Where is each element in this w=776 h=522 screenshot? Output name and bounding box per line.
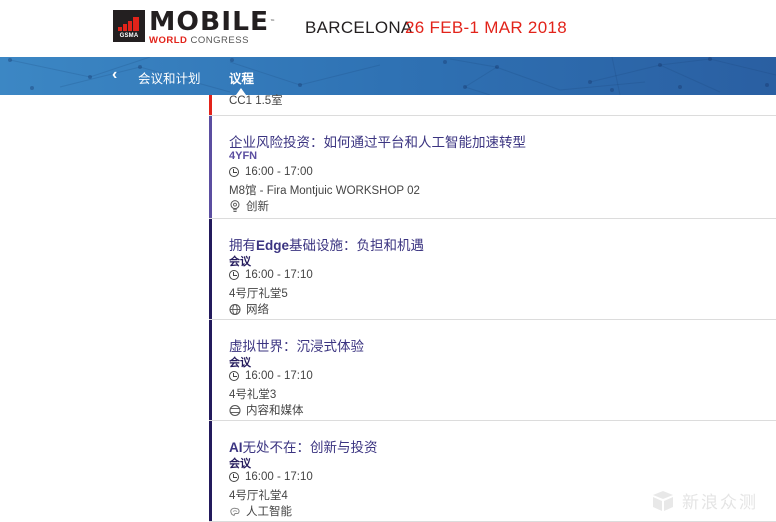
track-accent-bar — [209, 116, 212, 218]
session-title-bold: AI — [229, 440, 243, 455]
track-accent-bar — [209, 421, 212, 521]
session-title[interactable]: 虚拟世界：沉浸式体验 — [229, 335, 364, 355]
session-topic: 内容和媒体 — [229, 402, 304, 418]
media-content-icon — [229, 404, 241, 416]
session-time: 16:00 - 17:10 — [229, 471, 313, 483]
brain-ai-icon — [230, 507, 240, 516]
globe-network-icon — [229, 303, 241, 315]
clock-icon — [229, 167, 239, 177]
session-track: 会议 — [229, 357, 251, 369]
session-topic-text: 创新 — [246, 201, 269, 213]
breadcrumb-agenda[interactable]: 议程 — [229, 68, 254, 87]
mwc-logo[interactable]: GSMA MOBILE™ WORLD CONGRESS — [113, 7, 277, 45]
session-title[interactable]: 企业风险投资：如何通过平台和人工智能加速转型 — [229, 131, 526, 151]
active-caret-icon — [236, 88, 246, 95]
chevron-left-icon[interactable]: ‹ — [112, 66, 117, 84]
session-title[interactable]: 拥有Edge基础设施：负担和机遇 — [229, 234, 424, 254]
clock-icon — [229, 371, 239, 381]
session-card-partial[interactable]: CC1 1.5室 — [209, 95, 776, 116]
session-time-text: 16:00 - 17:10 — [245, 370, 313, 382]
watermark-text: 新浪众测 — [682, 493, 758, 512]
session-venue: 4号礼堂3 — [229, 389, 277, 401]
session-list: CC1 1.5室 企业风险投资：如何通过平台和人工智能加速转型 4YFN 16:… — [209, 95, 776, 522]
trademark-symbol: ™ — [270, 19, 277, 25]
clock-icon — [229, 472, 239, 482]
session-topic-text: 人工智能 — [246, 506, 292, 518]
session-time-text: 16:00 - 17:10 — [245, 471, 313, 483]
session-time: 16:00 - 17:10 — [229, 370, 313, 382]
session-title-text: 企业风险投资：如何通过平台和人工智能加速转型 — [229, 135, 526, 150]
clock-icon — [229, 270, 239, 280]
session-track: 会议 — [229, 458, 251, 470]
session-card[interactable]: 虚拟世界：沉浸式体验 会议 16:00 - 17:10 4号礼堂3 内容和媒体 — [209, 320, 776, 421]
session-card[interactable]: 拥有Edge基础设施：负担和机遇 会议 16:00 - 17:10 4号厅礼堂5… — [209, 219, 776, 320]
track-accent-bar — [209, 95, 212, 115]
breadcrumb-meetings-and-plans[interactable]: 会议和计划 — [138, 68, 201, 87]
session-title-prefix: 拥有 — [229, 238, 256, 253]
event-city: BARCELONA — [305, 18, 413, 37]
session-venue: 4号厅礼堂5 — [229, 288, 288, 300]
session-title[interactable]: AI无处不在：创新与投资 — [229, 436, 378, 456]
session-topic: 创新 — [229, 198, 269, 214]
track-accent-bar — [209, 219, 212, 319]
session-title-text: 基础设施：负担和机遇 — [289, 238, 425, 253]
session-topic: 人工智能 — [229, 503, 292, 519]
session-topic-text: 内容和媒体 — [246, 405, 304, 417]
session-topic: 网络 — [229, 301, 269, 317]
breadcrumb-nav: ‹ 会议和计划 议程 — [0, 57, 776, 95]
session-title-text: 无处不在：创新与投资 — [242, 440, 378, 455]
session-time: 16:00 - 17:10 — [229, 269, 313, 281]
event-dates: 26 FEB-1 MAR 2018 — [405, 18, 567, 37]
session-title-text: 虚拟世界：沉浸式体验 — [229, 339, 364, 354]
session-title-bold: Edge — [256, 238, 290, 253]
session-track: 会议 — [229, 256, 251, 268]
session-time: 16:00 - 17:00 — [229, 166, 313, 178]
session-topic-text: 网络 — [246, 304, 269, 316]
logo-mobile-text: MOBILE — [149, 7, 270, 37]
gsma-logo-icon: GSMA — [113, 10, 145, 42]
watermark: 新浪众测 — [650, 488, 758, 513]
lightbulb-icon — [230, 199, 240, 212]
session-card[interactable]: 企业风险投资：如何通过平台和人工智能加速转型 4YFN 16:00 - 17:0… — [209, 116, 776, 219]
session-track: 4YFN — [229, 150, 258, 162]
session-venue: 4号厅礼堂4 — [229, 490, 288, 502]
sina-zhongce-logo-icon — [653, 490, 673, 511]
session-venue: M8馆 - Fira Montjuic WORKSHOP 02 — [229, 185, 420, 197]
session-time-text: 16:00 - 17:10 — [245, 269, 313, 281]
session-time-text: 16:00 - 17:00 — [245, 166, 313, 178]
track-accent-bar — [209, 320, 212, 420]
site-header: GSMA MOBILE™ WORLD CONGRESS BARCELONA 26… — [0, 0, 776, 57]
session-venue: CC1 1.5室 — [229, 95, 283, 107]
gsma-label: GSMA — [119, 33, 139, 39]
